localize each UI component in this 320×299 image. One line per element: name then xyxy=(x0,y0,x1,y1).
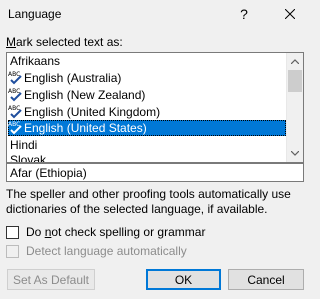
label-part: ot check spelling or grammar xyxy=(51,225,206,239)
chevron-down-icon xyxy=(291,151,299,156)
list-item[interactable]: ABC English (United Kingdom) xyxy=(8,104,286,120)
checkbox-box[interactable] xyxy=(6,225,19,239)
close-button[interactable] xyxy=(272,0,308,28)
scroll-up-button[interactable] xyxy=(287,53,303,70)
language-list[interactable]: Afrikaans ABC English (Australia) ABC En… xyxy=(6,52,304,163)
dialog-title: Language xyxy=(8,7,62,21)
checkbox-label: Do not check spelling or grammar xyxy=(26,225,205,239)
svg-text:ABC: ABC xyxy=(8,121,20,128)
scroll-down-button[interactable] xyxy=(287,145,303,162)
ok-button[interactable]: OK xyxy=(146,269,221,290)
list-item-label: Hindi xyxy=(10,138,38,152)
list-item-label: English (New Zealand) xyxy=(24,88,146,102)
list-item[interactable]: Afrikaans xyxy=(8,53,286,69)
language-dialog: Language ? Mark selected text as: Afrika… xyxy=(0,0,315,299)
checkbox-box[interactable] xyxy=(6,244,19,258)
title-bar[interactable]: Language ? xyxy=(0,0,315,30)
help-button[interactable]: ? xyxy=(232,2,256,26)
combo-value: Afar (Ethiopia) xyxy=(10,166,87,180)
svg-text:ABC: ABC xyxy=(8,88,20,95)
spellcheck-icon: ABC xyxy=(8,70,24,86)
mark-selected-label: Mark selected text as: xyxy=(6,35,123,49)
mark-label-rest: ark selected text as: xyxy=(16,35,123,49)
svg-text:ABC: ABC xyxy=(8,71,20,78)
list-item[interactable]: ABC English (New Zealand) xyxy=(8,87,286,103)
spellcheck-icon: ABC xyxy=(8,104,24,120)
language-combo-field[interactable]: Afar (Ethiopia) xyxy=(6,163,304,182)
spellcheck-icon: ABC xyxy=(8,120,24,136)
label-part: Do xyxy=(26,225,45,239)
do-not-check-checkbox[interactable]: Do not check spelling or grammar xyxy=(6,225,205,239)
list-item-label: English (United Kingdom) xyxy=(24,105,161,119)
svg-text:ABC: ABC xyxy=(8,105,20,112)
list-item[interactable]: Slovak xyxy=(8,152,286,163)
list-item[interactable]: ABC English (Australia) xyxy=(8,70,286,86)
list-item-selected[interactable]: ABC English (United States) xyxy=(8,120,286,136)
cancel-button[interactable]: Cancel xyxy=(228,269,304,290)
set-as-default-button[interactable]: Set As Default xyxy=(7,269,95,290)
chevron-up-icon xyxy=(291,59,299,64)
help-icon: ? xyxy=(240,6,248,22)
list-item-label: Afrikaans xyxy=(10,54,61,68)
description-text: The speller and other proofing tools aut… xyxy=(6,187,291,216)
spellcheck-icon: ABC xyxy=(8,87,24,103)
list-item[interactable]: Hindi xyxy=(8,137,286,153)
scroll-thumb[interactable] xyxy=(288,70,302,92)
checkbox-label: Detect language automatically xyxy=(26,244,187,258)
close-icon xyxy=(285,9,295,19)
list-item-label: English (United States) xyxy=(24,121,147,135)
detect-language-checkbox[interactable]: Detect language automatically xyxy=(6,244,187,258)
list-scrollbar[interactable] xyxy=(286,53,303,162)
list-item-label: Slovak xyxy=(10,153,47,163)
list-item-label: English (Australia) xyxy=(24,71,122,85)
accelerator-m: M xyxy=(6,35,16,49)
